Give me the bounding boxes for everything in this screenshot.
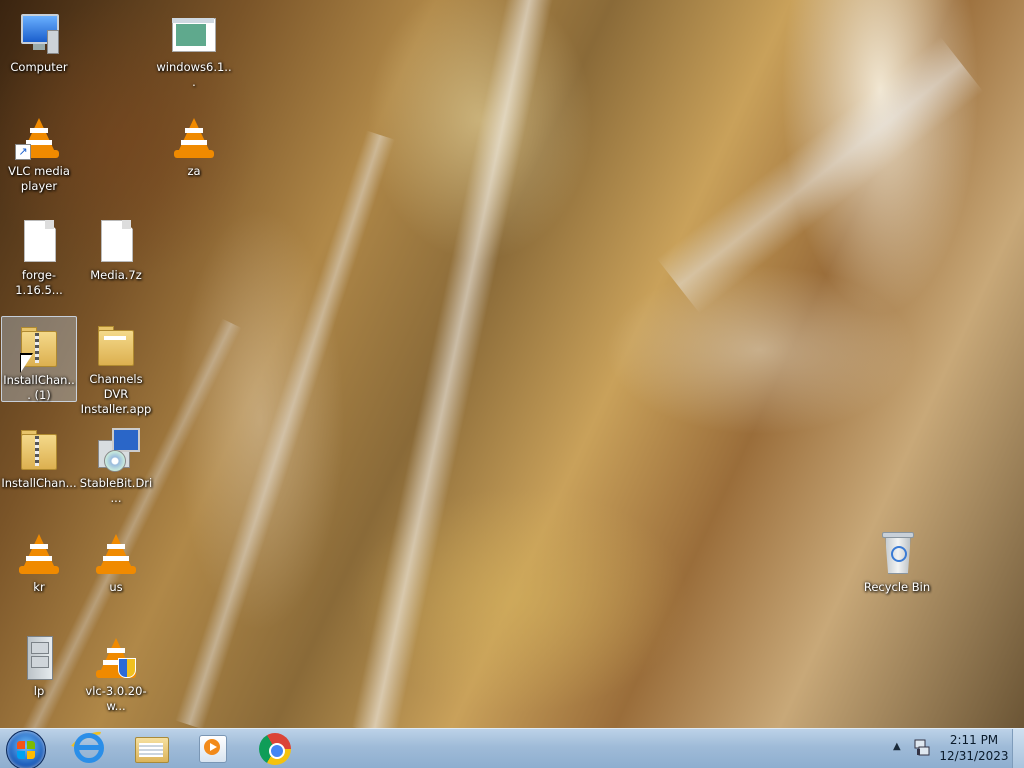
document-icon — [15, 218, 63, 266]
desktop-icon-computer[interactable]: Computer — [1, 4, 77, 100]
setup-icon — [92, 426, 140, 474]
desktop-icon-label: VLC media player — [8, 164, 70, 193]
windows-logo-icon — [17, 741, 35, 759]
desktop-icon-label: lp — [33, 684, 45, 698]
desktop[interactable]: Computer windows6.1... ↗ VLC media playe… — [0, 0, 1024, 728]
clock-date: 12/31/2023 — [939, 749, 1009, 763]
desktop-icon-vlc-installer[interactable]: vlc-3.0.20-w... — [78, 628, 154, 724]
vlc-icon — [92, 530, 140, 578]
desktop-icon-installchannels-1[interactable]: InstallChan... (1) — [1, 316, 77, 402]
desktop-icon-label: Recycle Bin — [863, 580, 931, 594]
recycle-bin-icon — [873, 530, 921, 578]
computer-icon — [15, 10, 63, 58]
mouse-cursor-fill — [21, 355, 32, 372]
internet-explorer-bar — [78, 745, 100, 750]
desktop-icon-lp[interactable]: lp — [1, 628, 77, 724]
wallpaper-streak — [351, 0, 555, 728]
desktop-icon-label: InstallChan... — [1, 476, 77, 490]
desktop-icon-label: kr — [33, 580, 45, 594]
desktop-icon-installchannels[interactable]: InstallChan... — [1, 420, 77, 516]
wallpaper-streak — [656, 36, 984, 314]
start-button[interactable] — [6, 730, 46, 768]
taskbar: ▲ 2:11 PM 12/31/2023 — [0, 727, 1024, 768]
taskbar-file-explorer[interactable] — [122, 729, 180, 768]
desktop-icon-label: windows6.1... — [156, 60, 232, 89]
desktop-icon-recycle-bin[interactable]: Recycle Bin — [859, 524, 935, 620]
chrome-center — [269, 743, 285, 759]
desktop-icon-forge[interactable]: forge-1.16.5... — [1, 212, 77, 308]
zip-folder-icon — [15, 426, 63, 474]
show-desktop-button[interactable] — [1012, 729, 1024, 768]
desktop-icon-label: InstallChan... (1) — [3, 373, 75, 402]
wallpaper-streak — [174, 130, 396, 728]
desktop-icon-label: za — [187, 164, 201, 178]
document-icon — [92, 218, 140, 266]
desktop-icon-media-7z[interactable]: Media.7z — [78, 212, 154, 308]
taskbar-chrome[interactable] — [246, 729, 304, 768]
screenshot-file-icon — [170, 10, 218, 58]
desktop-icon-vlc-shortcut[interactable]: ↗ VLC media player — [1, 108, 77, 204]
file-explorer-lines — [139, 743, 163, 757]
desktop-icon-za[interactable]: za — [156, 108, 232, 204]
folder-icon — [92, 322, 140, 370]
desktop-icon-label: StableBit.Dri... — [79, 476, 153, 505]
tray-overflow-arrow-icon[interactable]: ▲ — [893, 741, 901, 752]
desktop-icon-label: forge-1.16.5... — [15, 268, 63, 297]
clock-time: 2:11 PM — [949, 733, 999, 747]
play-triangle — [210, 743, 217, 751]
shortcut-arrow-icon: ↗ — [15, 144, 31, 160]
taskbar-media-player[interactable] — [184, 729, 242, 768]
desktop-icon-label: vlc-3.0.20-w... — [85, 684, 147, 713]
desktop-icon-stablebit[interactable]: StableBit.Dri... — [78, 420, 154, 516]
desktop-icon-label: Media.7z — [90, 268, 142, 282]
vlc-icon: ↗ — [15, 114, 63, 162]
network-icon[interactable] — [914, 739, 930, 757]
taskbar-internet-explorer[interactable] — [60, 727, 118, 768]
desktop-icon-windows-file[interactable]: windows6.1... — [156, 4, 232, 100]
vlc-icon — [170, 114, 218, 162]
system-clock[interactable]: 2:11 PM 12/31/2023 — [938, 732, 1010, 764]
desktop-icon-label: Computer — [10, 60, 68, 74]
vlc-icon — [15, 530, 63, 578]
desktop-icon-label: us — [109, 580, 123, 594]
vlc-installer-icon — [92, 634, 140, 682]
desktop-icon-kr[interactable]: kr — [1, 524, 77, 620]
desktop-icon-us[interactable]: us — [78, 524, 154, 620]
file-cabinet-icon — [15, 634, 63, 682]
uac-shield-icon — [118, 658, 136, 678]
desktop-icon-channels-dvr[interactable]: Channels DVR Installer.app — [78, 316, 154, 416]
desktop-icon-label: Channels DVR Installer.app — [80, 372, 152, 416]
